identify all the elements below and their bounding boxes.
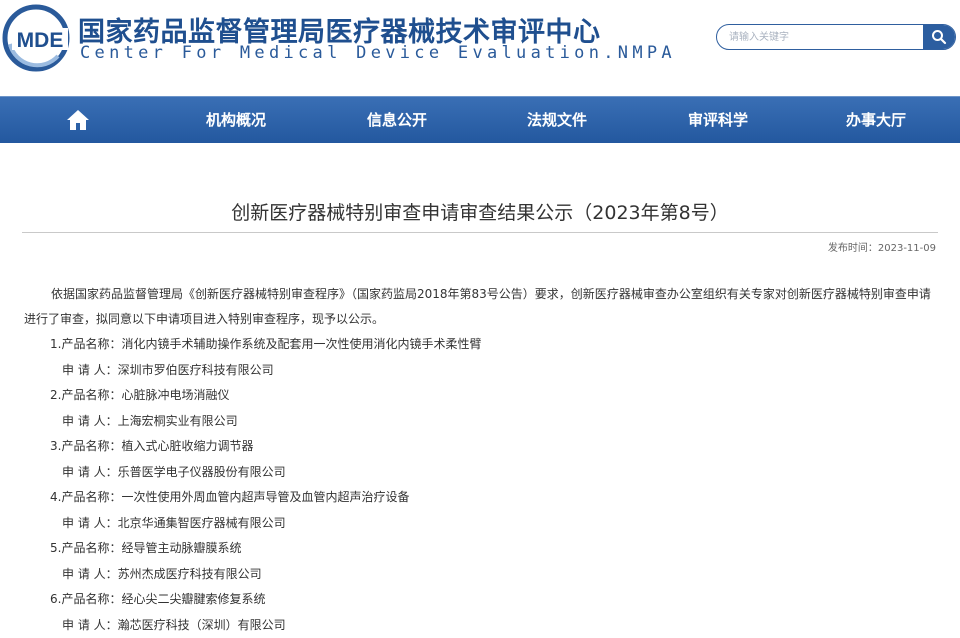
- applicant-item: 申 请 人：瀚芯医疗科技（深圳）有限公司: [24, 613, 936, 638]
- main-nav: 机构概况 信息公开 法规文件 审评科学 办事大厅: [0, 96, 960, 143]
- applicant-item: 申 请 人：乐普医学电子仪器股份有限公司: [24, 460, 936, 486]
- article-body: 依据国家药品监督管理局《创新医疗器械特别审查程序》（国家药监局2018年第83号…: [24, 282, 936, 638]
- home-icon[interactable]: [66, 109, 90, 131]
- search-button[interactable]: [923, 25, 955, 49]
- site-header: MDE 国家药品监督管理局医疗器械技术审评中心 Center For Medic…: [0, 0, 960, 92]
- product-item: 5.产品名称：经导管主动脉瓣膜系统: [24, 536, 936, 562]
- nav-item-about[interactable]: 机构概况: [206, 97, 266, 143]
- product-item: 4.产品名称：一次性使用外周血管内超声导管及血管内超声治疗设备: [24, 485, 936, 511]
- applicant-item: 申 请 人：苏州杰成医疗科技有限公司: [24, 562, 936, 588]
- nav-item-science[interactable]: 审评科学: [688, 97, 748, 143]
- mde-logo[interactable]: MDE: [2, 4, 70, 72]
- intro-paragraph: 依据国家药品监督管理局《创新医疗器械特别审查程序》（国家药监局2018年第83号…: [24, 282, 936, 332]
- title-divider: [22, 232, 938, 233]
- logo-text: MDE: [17, 29, 64, 52]
- article-title: 创新医疗器械特别审查申请审查结果公示（2023年第8号）: [0, 198, 960, 225]
- nav-item-regulations[interactable]: 法规文件: [527, 97, 587, 143]
- applicant-item: 申 请 人：深圳市罗伯医疗科技有限公司: [24, 358, 936, 384]
- search-icon: [931, 29, 947, 45]
- site-title-en: Center For Medical Device Evaluation.NMP…: [80, 43, 676, 63]
- product-item: 3.产品名称：植入式心脏收缩力调节器: [24, 434, 936, 460]
- search-input[interactable]: [729, 25, 919, 49]
- article: 创新医疗器械特别审查申请审查结果公示（2023年第8号） 发布时间：2023-1…: [0, 142, 960, 634]
- applicant-item: 申 请 人：上海宏桐实业有限公司: [24, 409, 936, 435]
- nav-item-service-hall[interactable]: 办事大厅: [846, 97, 906, 143]
- publish-date: 发布时间：2023-11-09: [828, 239, 936, 254]
- product-item: 2.产品名称：心脏脉冲电场消融仪: [24, 383, 936, 409]
- search-box: [716, 24, 956, 50]
- product-item: 1.产品名称：消化内镜手术辅助操作系统及配套用一次性使用消化内镜手术柔性臂: [24, 332, 936, 358]
- nav-item-disclosure[interactable]: 信息公开: [367, 97, 427, 143]
- product-item: 6.产品名称：经心尖二尖瓣腱索修复系统: [24, 587, 936, 613]
- applicant-item: 申 请 人：北京华通集智医疗器械有限公司: [24, 511, 936, 537]
